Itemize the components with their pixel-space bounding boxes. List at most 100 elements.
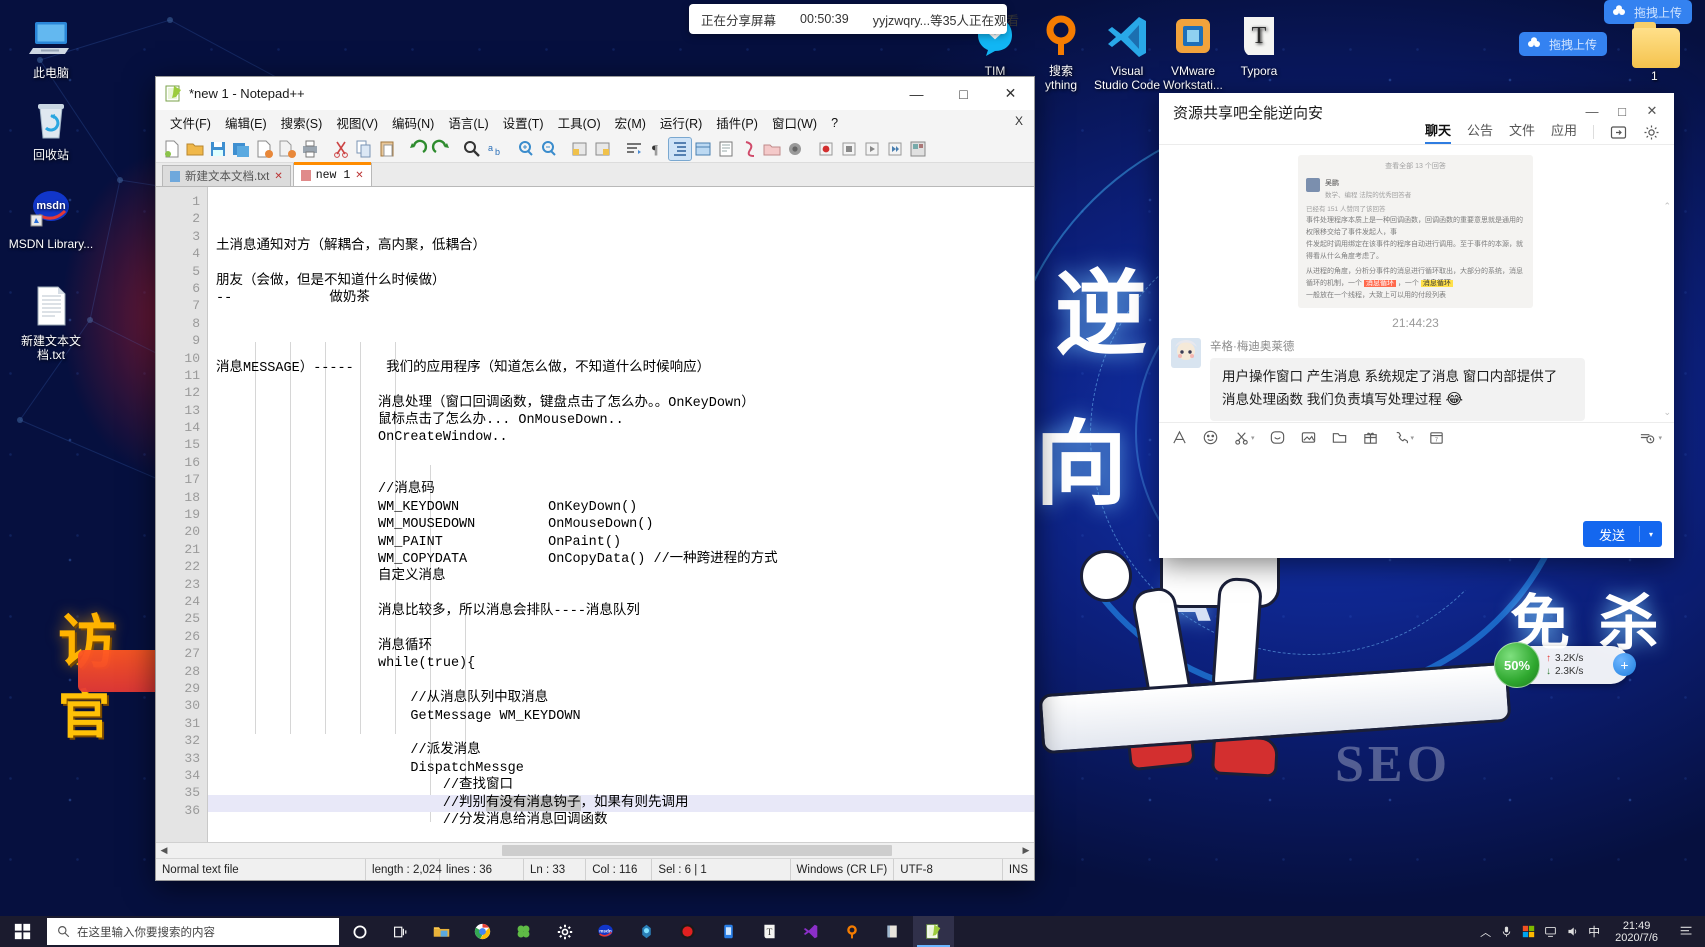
replace-button[interactable]: ab <box>484 138 506 160</box>
code-line[interactable] <box>216 342 1034 359</box>
user-defined-dialog-button[interactable] <box>692 138 714 160</box>
code-line[interactable] <box>216 255 1034 272</box>
qq-group-chat-window[interactable]: 资源共享吧全能逆向安 — □ ✕ 聊天 公告 文件 应用 查看全部 13 个回答… <box>1159 93 1674 558</box>
tab-new-text-document[interactable]: 新建文本文档.txt ✕ <box>162 165 291 186</box>
system-tray[interactable]: ︿ 中 21:49 2020/7/6 <box>1480 916 1705 947</box>
close-file-button[interactable] <box>253 138 275 160</box>
qq-tab-announcement[interactable]: 公告 <box>1467 120 1493 144</box>
font-icon[interactable] <box>1171 429 1188 446</box>
taskbar-book-icon[interactable] <box>872 916 913 947</box>
taskbar-typora-icon[interactable]: T <box>749 916 790 947</box>
menu-settings[interactable]: 设置(T) <box>496 110 551 135</box>
run-macro-multiple-button[interactable] <box>884 138 906 160</box>
editor-horizontal-scrollbar[interactable]: ◀ ▶ <box>156 842 1034 858</box>
save-all-button[interactable] <box>230 138 252 160</box>
code-line[interactable]: 消息比较多，所以消息会排队----消息队列 <box>216 603 1034 620</box>
taskbar-msdn-icon[interactable]: msdn <box>585 916 626 947</box>
code-line[interactable]: 土消息通知对方（解耦合，高内聚，低耦合） <box>216 238 1034 255</box>
notepadpp-close-button[interactable]: ✕ <box>987 77 1034 110</box>
zoom-out-button[interactable] <box>538 138 560 160</box>
code-line[interactable]: GetMessage WM_KEYDOWN <box>216 708 1034 725</box>
gear-icon[interactable] <box>1643 124 1660 141</box>
menu-tools[interactable]: 工具(O) <box>551 110 608 135</box>
stop-record-macro-button[interactable] <box>838 138 860 160</box>
tab-new-1[interactable]: new 1 ✕ <box>292 162 372 186</box>
menu-edit[interactable]: 编辑(E) <box>218 110 274 135</box>
function-list-button[interactable] <box>738 138 760 160</box>
folder-as-workspace-button[interactable] <box>761 138 783 160</box>
desktop-icon-recycle-bin[interactable]: 回收站 <box>8 96 94 162</box>
code-line[interactable]: WM_COPYDATA OnCopyData() //一种跨进程的方式 <box>216 551 1034 568</box>
code-line[interactable] <box>216 377 1034 394</box>
qq-tab-bar[interactable]: 聊天 公告 文件 应用 <box>1424 120 1660 144</box>
start-record-macro-button[interactable] <box>815 138 837 160</box>
taskbar-recorder-icon[interactable] <box>667 916 708 947</box>
monitoring-button[interactable] <box>784 138 806 160</box>
paste-button[interactable] <box>376 138 398 160</box>
start-button[interactable] <box>0 916 45 947</box>
taskbar-vscode-icon[interactable] <box>790 916 831 947</box>
emoji-icon[interactable] <box>1202 429 1219 446</box>
volume-icon[interactable] <box>1566 925 1579 938</box>
taskbar-task-view-icon[interactable] <box>380 916 421 947</box>
taskbar-cortana-icon[interactable] <box>339 916 380 947</box>
tab-close-icon[interactable]: ✕ <box>274 171 282 182</box>
cut-button[interactable] <box>330 138 352 160</box>
menu-language[interactable]: 语言(L) <box>441 110 495 135</box>
taskbar-blue-app-icon[interactable] <box>708 916 749 947</box>
open-file-button[interactable] <box>184 138 206 160</box>
menu-window[interactable]: 窗口(W) <box>765 110 824 135</box>
code-line[interactable]: //判别有没有消息钩子，如果有则先调用 <box>208 794 1034 812</box>
taskbar-settings-icon[interactable] <box>544 916 585 947</box>
desktop-icon-this-pc[interactable]: 此电脑 <box>8 14 94 80</box>
code-line[interactable]: while(true){ <box>216 655 1034 672</box>
code-line[interactable]: //分发消息给消息回调函数 <box>216 812 1034 829</box>
scroll-left-arrow[interactable]: ◀ <box>156 843 172 859</box>
qq-header[interactable]: 资源共享吧全能逆向安 — □ ✕ 聊天 公告 文件 应用 <box>1159 93 1674 145</box>
notepadpp-menubar[interactable]: 文件(F) 编辑(E) 搜索(S) 视图(V) 编码(N) 语言(L) 设置(T… <box>156 110 1034 135</box>
notepadpp-titlebar[interactable]: *new 1 - Notepad++ — □ ✕ <box>156 77 1034 110</box>
zoom-in-button[interactable] <box>515 138 537 160</box>
code-line[interactable] <box>216 308 1034 325</box>
redo-button[interactable] <box>430 138 452 160</box>
upload-badge-left[interactable]: 拖拽上传 <box>1519 32 1608 56</box>
code-line[interactable] <box>216 621 1034 638</box>
code-line[interactable] <box>216 447 1034 464</box>
taskbar-clover-icon[interactable] <box>503 916 544 947</box>
undo-button[interactable] <box>407 138 429 160</box>
menu-plugins[interactable]: 插件(P) <box>709 110 765 135</box>
code-line[interactable] <box>216 673 1034 690</box>
taskbar-chrome-icon[interactable] <box>462 916 503 947</box>
gift-icon[interactable] <box>1362 429 1379 446</box>
screen-share-icon[interactable] <box>1610 124 1627 141</box>
code-line[interactable]: //消息码 <box>216 481 1034 498</box>
indent-guideline-button[interactable] <box>668 136 692 161</box>
menu-view[interactable]: 视图(V) <box>329 110 385 135</box>
quoted-article-card[interactable]: 查看全部 13 个回答 吴鹏 数学、编程 法院的优秀回答者 已经有 151 人赞… <box>1298 155 1533 309</box>
desktop-icon-new-text-file[interactable]: 新建文本文 档.txt <box>8 282 94 362</box>
scissors-icon[interactable]: ▾ <box>1233 429 1255 446</box>
mic-icon[interactable] <box>1500 925 1513 938</box>
playback-macro-button[interactable] <box>861 138 883 160</box>
chat-message[interactable]: 辛格·梅迪奥莱德 用户操作窗口 产生消息 系统规定了消息 窗口内部提供了 消息处… <box>1171 338 1660 422</box>
scroll-down-indicator[interactable]: ⌄ <box>1663 407 1671 418</box>
notepadpp-editor[interactable]: 1 2 3 4 5 6 7 8 9 10 11 12 13 14 15 16 17 18 19 20 21 22 23 24 2… <box>156 187 1034 842</box>
menu-help[interactable]: ? <box>824 113 845 133</box>
code-line[interactable]: //从消息队列中取消息 <box>216 690 1034 707</box>
code-line[interactable]: 消息处理（窗口回调函数，键盘点击了怎么办。。OnKeyDown） <box>216 395 1034 412</box>
menu-encoding[interactable]: 编码(N) <box>385 110 441 135</box>
network-icon[interactable] <box>1544 925 1557 938</box>
save-button[interactable] <box>207 138 229 160</box>
code-line[interactable] <box>216 325 1034 342</box>
code-line[interactable]: WM_KEYDOWN OnKeyDown() <box>216 499 1034 516</box>
sync-scroll-horizontal-button[interactable] <box>592 138 614 160</box>
desktop-folder-icon[interactable] <box>1632 22 1680 68</box>
code-line[interactable]: OnCreateWindow.. <box>216 429 1034 446</box>
upload-badge-right[interactable]: 拖拽上传 <box>1604 0 1693 24</box>
code-line[interactable] <box>216 725 1034 742</box>
security-icon[interactable] <box>1522 925 1535 938</box>
document-map-button[interactable] <box>715 138 737 160</box>
notepadpp-window-buttons[interactable]: — □ ✕ <box>893 77 1034 110</box>
taskbar-clock[interactable]: 21:49 2020/7/6 <box>1609 920 1664 944</box>
code-line[interactable]: WM_MOUSEDOWN OnMouseDown() <box>216 516 1034 533</box>
